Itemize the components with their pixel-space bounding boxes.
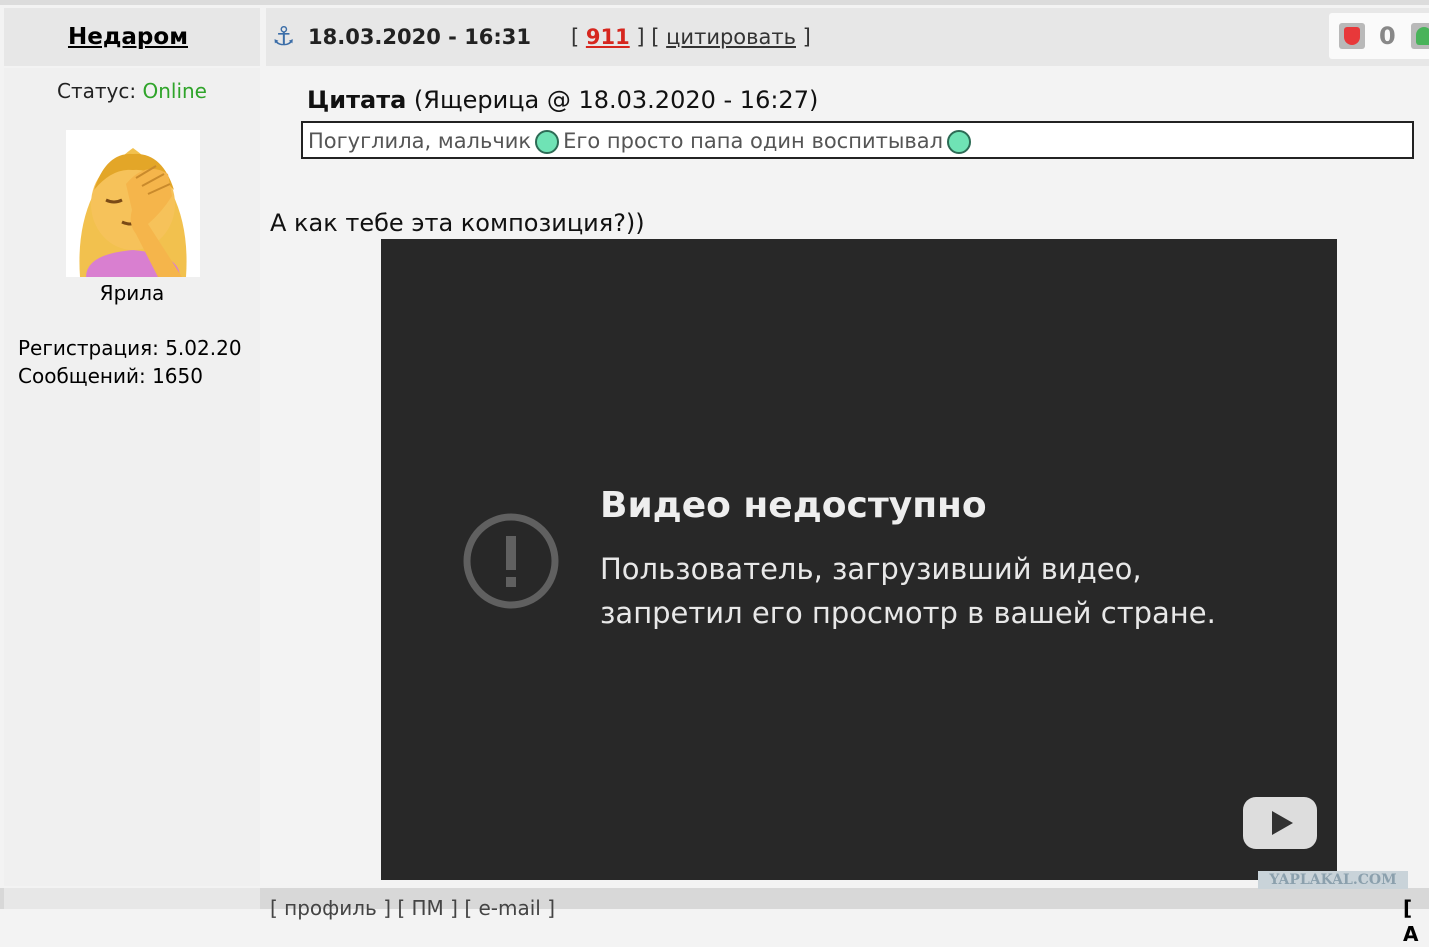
facepalm-emoji-icon <box>79 148 187 277</box>
vote-down-button[interactable] <box>1339 23 1365 49</box>
watermark: YAPLAKAL.COM <box>1258 871 1408 889</box>
post-text: А как тебе эта композиция?)) <box>270 209 645 237</box>
smiley-icon <box>535 130 560 154</box>
quote-link[interactable]: цитировать <box>666 25 796 49</box>
warning-icon <box>463 513 559 609</box>
thumb-down-icon <box>1344 27 1360 45</box>
user-profile-panel: Статус: Online Ярила Регистрация: 5.02.2… <box>4 68 260 886</box>
footer-user-links[interactable]: [ профиль ] [ ПМ ] [ e-mail ] <box>270 895 555 921</box>
quote-box: Погуглила, мальчик Его просто папа один в… <box>301 121 1414 159</box>
youtube-logo-button[interactable] <box>1243 797 1317 849</box>
post-date: 18.03.2020 - 16:31 <box>308 25 532 49</box>
video-player[interactable]: Видео недоступно Пользователь, загрузивш… <box>381 239 1337 880</box>
play-icon <box>1272 811 1293 835</box>
user-rank: Ярила <box>99 281 165 305</box>
rating-count: 0 <box>1379 22 1396 50</box>
video-unavailable-message: Пользователь, загрузивший видео, запрети… <box>600 552 1216 630</box>
smiley-icon <box>947 130 972 154</box>
quote-text: Погуглила, мальчик Его просто папа один в… <box>308 126 975 156</box>
post-number-link[interactable]: 911 <box>586 25 630 49</box>
rating-box: 0 <box>1329 13 1429 59</box>
video-unavailable-title: Видео недоступно <box>600 485 987 526</box>
top-divider <box>0 0 1429 5</box>
footer-left-cell <box>4 888 260 909</box>
user-status: Статус: Online <box>57 79 207 103</box>
post-meta: [ 911 ] [ цитировать ] <box>571 25 811 49</box>
post-body: Цитата (Ящерица @ 18.03.2020 - 16:27) По… <box>266 68 1429 886</box>
message-count: Сообщений: 1650 <box>18 364 203 388</box>
avatar <box>66 130 200 277</box>
thumb-up-icon <box>1416 27 1429 45</box>
user-info: Регистрация: 5.02.20 Сообщений: 1650 <box>18 334 242 390</box>
quote-title: Цитата (Ящерица @ 18.03.2020 - 16:27) <box>307 86 819 114</box>
footer-right-link[interactable]: [ A <box>1403 895 1429 947</box>
status-online: Online <box>142 79 207 103</box>
vote-up-button[interactable] <box>1411 23 1429 49</box>
anchor-icon[interactable]: ⚓ <box>272 22 295 52</box>
author-name-link[interactable]: Недаром <box>68 24 188 50</box>
author-header: Недаром <box>4 8 260 66</box>
registration-date: Регистрация: 5.02.20 <box>18 336 242 360</box>
post-header: ⚓ 18.03.2020 - 16:31 [ 911 ] [ цитироват… <box>266 8 1429 66</box>
